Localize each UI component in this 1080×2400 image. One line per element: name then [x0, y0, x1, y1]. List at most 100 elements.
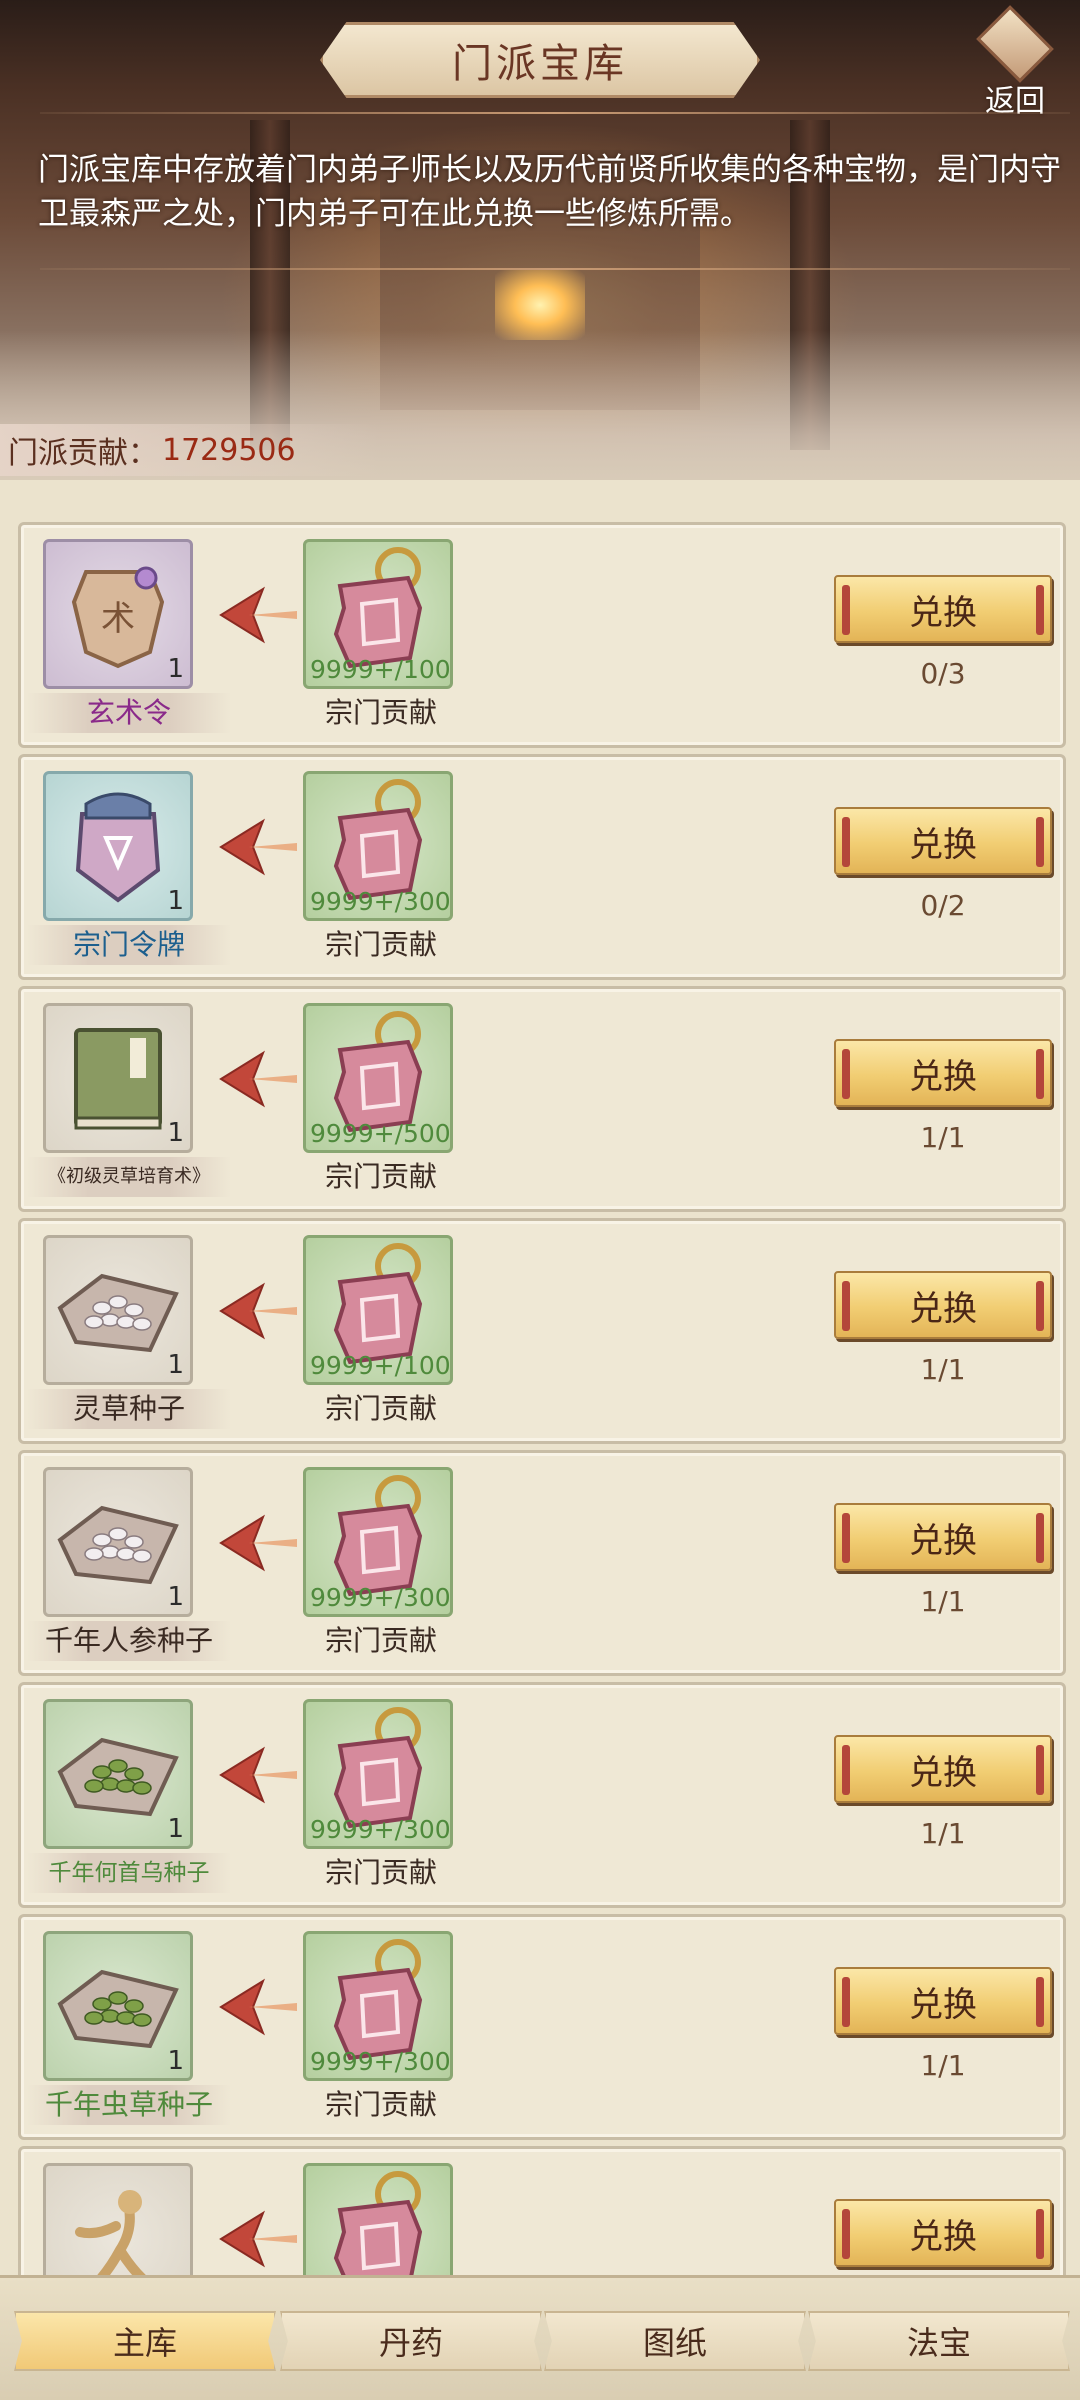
exchange-row: 1 灵草种子 9999+/100 宗门贡献 兑换 1/1: [18, 1218, 1066, 1444]
exchange-button-label: 兑换: [909, 1984, 977, 2025]
cost-name: 宗门贡献: [324, 928, 437, 961]
exchange-button-label: 兑换: [909, 824, 977, 865]
exchange-button-label: 兑换: [909, 1288, 977, 1329]
exchange-button-label: 兑换: [909, 1752, 977, 1793]
item-slot[interactable]: 1: [43, 1931, 193, 2081]
cost-quantity: 9999+/300: [310, 1583, 451, 1612]
tab-1[interactable]: 丹药: [280, 2311, 542, 2371]
exchange-arrow-icon: [219, 1513, 299, 1573]
tab-label: 主库: [112, 2324, 177, 2362]
exchange-arrow-icon: [219, 2209, 299, 2269]
cost-slot[interactable]: 9999+/300: [303, 1931, 453, 2081]
tab-label: 丹药: [378, 2324, 443, 2362]
page-title-plaque: 门派宝库: [320, 22, 760, 98]
exchange-row: 术 1 玄术令 9999+/100 宗门贡献 兑换 0/3: [18, 522, 1066, 748]
tab-label: 图纸: [642, 2324, 707, 2362]
cost-slot[interactable]: [303, 2163, 453, 2275]
item-slot[interactable]: 1: [43, 771, 193, 921]
back-arrow-icon: [976, 5, 1054, 83]
cost-quantity: 9999+/300: [310, 1815, 451, 1844]
tab-2[interactable]: 图纸: [544, 2311, 806, 2371]
exchange-row: 1 千年人参种子 9999+/300 宗门贡献 兑换 1/1: [18, 1450, 1066, 1676]
cost-name: 宗门贡献: [324, 1160, 437, 1193]
item-quantity: 1: [167, 2046, 184, 2076]
cost-slot[interactable]: 9999+/300: [303, 771, 453, 921]
exchange-button[interactable]: 兑换: [834, 1503, 1052, 1571]
cost-slot[interactable]: 9999+/300: [303, 1467, 453, 1617]
exchange-button-label: 兑换: [909, 1056, 977, 1097]
exchange-list[interactable]: 术 1 玄术令 9999+/100 宗门贡献 兑换 0/3 1 宗门令牌 999…: [0, 480, 1080, 2275]
tab-label: 法宝: [906, 2324, 971, 2362]
exchange-limit: 1/1: [920, 1817, 966, 1850]
exchange-arrow-icon: [219, 1977, 299, 2037]
item-name: 千年何首乌种子: [27, 1853, 231, 1893]
cost-slot[interactable]: 9999+/300: [303, 1699, 453, 1849]
exchange-limit: 0/3: [920, 657, 966, 690]
exchange-button[interactable]: 兑换: [834, 2199, 1052, 2267]
tab-3[interactable]: 法宝: [808, 2311, 1070, 2371]
exchange-arrow-icon: [219, 1281, 299, 1341]
cost-name: 宗门贡献: [324, 2088, 437, 2121]
exchange-button[interactable]: 兑换: [834, 1967, 1052, 2035]
item-slot[interactable]: 术 1: [43, 539, 193, 689]
exchange-button[interactable]: 兑换: [834, 1271, 1052, 1339]
item-quantity: 1: [167, 1814, 184, 1844]
item-name: 灵草种子: [27, 1389, 231, 1429]
exchange-button-label: 兑换: [909, 592, 977, 633]
exchange-row: 1 千年虫草种子 9999+/300 宗门贡献 兑换 1/1: [18, 1914, 1066, 2140]
item-name: 千年虫草种子: [27, 2085, 231, 2125]
cost-name: 宗门贡献: [324, 1624, 437, 1657]
exchange-button[interactable]: 兑换: [834, 807, 1052, 875]
cost-quantity: 9999+/100: [310, 655, 451, 684]
item-slot[interactable]: 1: [43, 1003, 193, 1153]
cost-slot[interactable]: 9999+/500: [303, 1003, 453, 1153]
cost-slot[interactable]: 9999+/100: [303, 539, 453, 689]
cost-name: 宗门贡献: [324, 1856, 437, 1889]
exchange-row: 1 千年何首乌种子 9999+/300 宗门贡献 兑换 1/1: [18, 1682, 1066, 1908]
item-name: 宗门令牌: [27, 925, 231, 965]
back-button[interactable]: 返回: [960, 5, 1070, 120]
exchange-arrow-icon: [219, 585, 299, 645]
item-name: 玄术令: [27, 693, 231, 733]
cost-slot[interactable]: 9999+/100: [303, 1235, 453, 1385]
exchange-button[interactable]: 兑换: [834, 1735, 1052, 1803]
exchange-button[interactable]: 兑换: [834, 1039, 1052, 1107]
item-quantity: 1: [167, 1118, 184, 1148]
item-quantity: 1: [167, 1582, 184, 1612]
exchange-limit: 1/1: [920, 1121, 966, 1154]
cost-name: 宗门贡献: [324, 1392, 437, 1425]
cost-quantity: 9999+/500: [310, 1119, 451, 1148]
cost-name: 宗门贡献: [324, 696, 437, 729]
item-quantity: 1: [167, 654, 184, 684]
divider-top: [40, 112, 1070, 114]
exchange-row: 1 《初级灵草培育术》 9999+/500 宗门贡献 兑换 1/1: [18, 986, 1066, 1212]
contribution-label: 门派贡献：: [8, 436, 158, 471]
exchange-limit: 1/1: [920, 1353, 966, 1386]
item-slot[interactable]: 1: [43, 1699, 193, 1849]
item-slot[interactable]: 1: [43, 1235, 193, 1385]
item-slot[interactable]: [43, 2163, 193, 2275]
ginseng-root-icon: [46, 2166, 190, 2275]
item-name: 千年人参种子: [27, 1621, 231, 1661]
header-banner: 门派宝库 返回 门派宝库中存放着门内弟子师长以及历代前贤所收集的各种宝物，是门内…: [0, 0, 1080, 480]
item-name: 《初级灵草培育术》: [27, 1157, 231, 1197]
cost-quantity: 9999+/300: [310, 887, 451, 916]
exchange-button[interactable]: 兑换: [834, 575, 1052, 643]
item-quantity: 1: [167, 1350, 184, 1380]
divider-bottom: [40, 268, 1070, 270]
page-title: 门派宝库: [452, 41, 628, 87]
exchange-button-label: 兑换: [909, 2216, 977, 2257]
exchange-arrow-icon: [219, 1745, 299, 1805]
cost-quantity: 9999+/300: [310, 2047, 451, 2076]
exchange-limit: 1/1: [920, 2049, 966, 2082]
treasury-description: 门派宝库中存放着门内弟子师长以及历代前贤所收集的各种宝物，是门内守卫最森严之处，…: [38, 152, 1061, 232]
exchange-row: 1 宗门令牌 9999+/300 宗门贡献 兑换 0/2: [18, 754, 1066, 980]
sect-plaque-icon: [306, 2166, 450, 2275]
item-slot[interactable]: 1: [43, 1467, 193, 1617]
exchange-row: 兑换: [18, 2146, 1066, 2275]
tab-0[interactable]: 主库: [14, 2311, 276, 2371]
item-quantity: 1: [167, 886, 184, 916]
contribution-value: 1729506: [162, 432, 296, 468]
exchange-arrow-icon: [219, 1049, 299, 1109]
svg-text:术: 术: [101, 599, 135, 639]
